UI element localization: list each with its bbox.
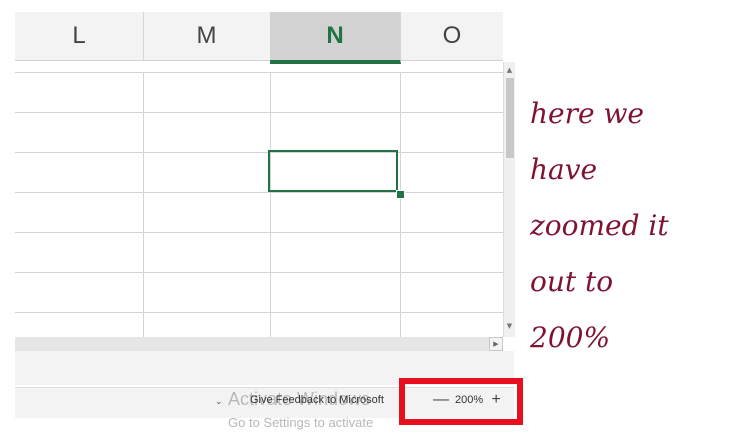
active-cell[interactable] — [268, 150, 398, 192]
scroll-down-icon[interactable]: ▼ — [505, 322, 514, 331]
vertical-scrollbar[interactable]: ▲ ▼ — [503, 62, 515, 337]
fill-handle[interactable] — [396, 190, 405, 199]
annotation-line: have — [530, 153, 598, 186]
activation-watermark-subtitle: Go to Settings to activate — [228, 415, 374, 430]
scroll-up-icon[interactable]: ▲ — [505, 66, 514, 75]
column-header-o[interactable]: O — [401, 12, 503, 60]
grid-line — [15, 152, 503, 153]
column-header-m[interactable]: M — [143, 12, 271, 60]
annotation-line: here we — [530, 97, 644, 130]
grid-line — [15, 192, 503, 193]
zoom-highlight-box — [399, 378, 523, 425]
chevron-down-icon[interactable]: ⌄ — [215, 397, 223, 407]
annotation-text: here we have zoomed it out to 200% — [530, 86, 730, 366]
grid-line — [15, 272, 503, 273]
column-header-n[interactable]: N — [270, 12, 401, 64]
column-header-row: L M N O — [15, 12, 503, 64]
annotation-line: zoomed it — [530, 209, 669, 242]
annotation-line: out to — [530, 265, 614, 298]
annotation-line: 200% — [530, 321, 611, 354]
column-header-l[interactable]: L — [15, 12, 144, 60]
grid-line — [15, 232, 503, 233]
horizontal-scrollbar[interactable] — [15, 337, 503, 351]
scroll-right-icon[interactable]: ▶ — [489, 337, 503, 351]
partial-row[interactable] — [15, 62, 503, 73]
grid-line — [15, 112, 503, 113]
grid-line — [15, 312, 503, 313]
give-feedback-link[interactable]: Give Feedback to Microsoft — [250, 394, 384, 406]
cell-grid[interactable] — [15, 73, 503, 337]
vertical-scroll-thumb[interactable] — [506, 78, 514, 158]
